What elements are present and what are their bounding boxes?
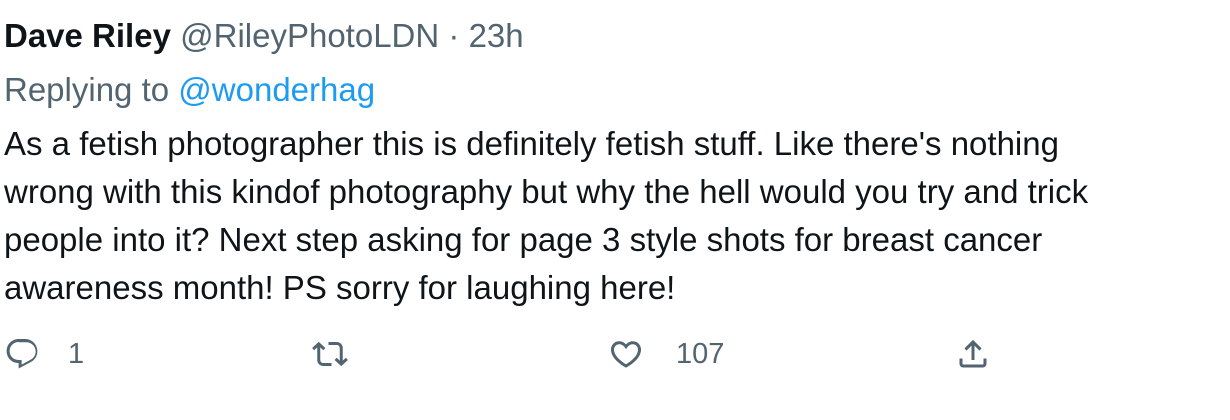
tweet-timestamp[interactable]: 23h — [469, 17, 524, 54]
tweet-text-line: awareness month! PS sorry for laughing h… — [4, 269, 676, 306]
reply-button[interactable]: 1 — [4, 330, 84, 378]
tweet-card: Dave Riley @RileyPhotoLDN · 23h Replying… — [0, 0, 1230, 420]
user-handle[interactable]: @RileyPhotoLDN — [180, 17, 439, 54]
heart-icon — [608, 336, 644, 372]
tweet-text-line: As a fetish photographer this is definit… — [4, 125, 1059, 162]
like-button[interactable]: 107 — [608, 330, 724, 378]
tweet-action-bar: 1 107 — [0, 330, 1230, 378]
reply-count: 1 — [68, 337, 85, 370]
replying-mention-link[interactable]: @wonderhag — [178, 71, 375, 108]
share-button[interactable] — [955, 330, 991, 378]
display-name[interactable]: Dave Riley — [4, 17, 171, 54]
like-count: 107 — [676, 337, 725, 370]
retweet-button[interactable] — [312, 330, 378, 378]
tweet-header: Dave Riley @RileyPhotoLDN · 23h — [4, 14, 524, 58]
tweet-text-line: people into it? Next step asking for pag… — [4, 221, 1043, 258]
replying-to-line: Replying to @wonderhag — [4, 68, 375, 112]
share-icon — [955, 336, 991, 372]
tweet-text: As a fetish photographer this is definit… — [4, 120, 1204, 312]
tweet-text-line: wrong with this kindof photography but w… — [4, 173, 1089, 210]
retweet-icon — [312, 336, 348, 372]
reply-icon — [4, 336, 40, 372]
header-separator: · — [448, 17, 460, 54]
replying-prefix: Replying to — [4, 71, 170, 108]
